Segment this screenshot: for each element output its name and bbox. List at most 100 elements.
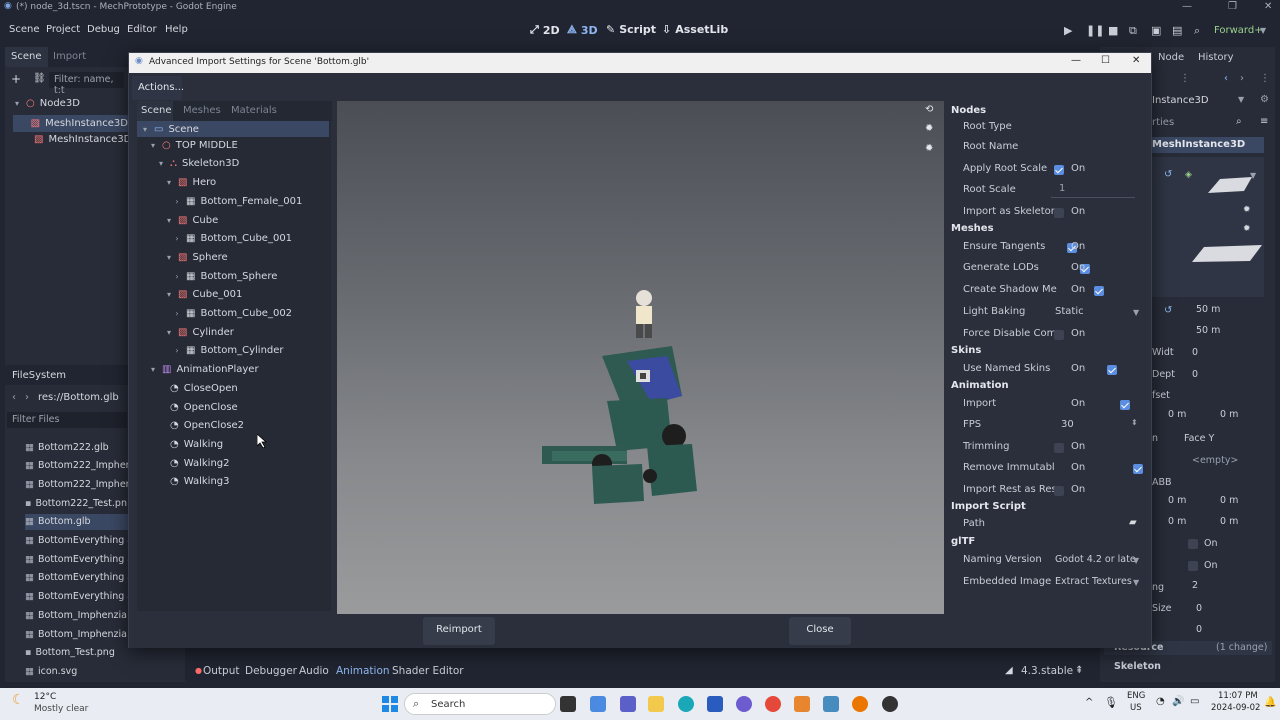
- workspace-assetlib[interactable]: ⇩ AssetLib: [662, 23, 728, 36]
- expand-arrow-icon[interactable]: ›: [173, 234, 181, 243]
- scene-tree-item[interactable]: › ▦ Bottom_Female_001: [173, 196, 302, 207]
- file-filter-input[interactable]: Filter Files: [12, 414, 59, 425]
- play-scene-icon[interactable]: ▣: [1151, 24, 1161, 37]
- scene-tree-item[interactable]: ▾ ⛬ Skeleton3D: [157, 158, 239, 169]
- checkbox[interactable]: [1188, 561, 1198, 571]
- windows-start-icon[interactable]: [382, 696, 398, 712]
- language-code[interactable]: ENG: [1127, 691, 1145, 701]
- history-back-icon[interactable]: ‹: [1224, 73, 1228, 84]
- root-scale-slider[interactable]: [1051, 197, 1135, 198]
- import-rest-checkbox[interactable]: [1054, 486, 1064, 496]
- file-item[interactable]: ▦ Bottom222_Impher: [25, 458, 130, 474]
- menu-help[interactable]: Help: [165, 24, 188, 35]
- minimize-icon[interactable]: —: [1182, 1, 1192, 12]
- pause-icon[interactable]: ❚❚: [1086, 24, 1104, 37]
- aabb-h-value[interactable]: 0 m: [1168, 516, 1186, 527]
- tab-debugger[interactable]: Debugger: [245, 665, 297, 677]
- folder-icon[interactable]: ▰: [1129, 517, 1137, 528]
- light2-toggle-icon[interactable]: ✹: [925, 143, 933, 154]
- tree-node-meshinstance3d2[interactable]: ▧ MeshInstance3D2: [13, 134, 138, 145]
- close-window-icon[interactable]: ✕: [1264, 1, 1272, 12]
- apply-root-scale-checkbox[interactable]: [1054, 165, 1064, 175]
- revert-icon[interactable]: ↺: [1164, 169, 1172, 180]
- expand-arrow-icon[interactable]: ▾: [149, 141, 157, 150]
- offset-y-value[interactable]: 0 m: [1168, 409, 1186, 420]
- embedded-image-select[interactable]: Extract Textures: [1055, 576, 1132, 587]
- more-icon[interactable]: ⋮: [1180, 73, 1190, 84]
- scene-tree-item[interactable]: › ▦ Bottom_Cube_001: [173, 233, 292, 244]
- tree-node-node3d[interactable]: ▾ ○ Node3D: [13, 98, 80, 109]
- offset-z-value[interactable]: 0 m: [1220, 409, 1238, 420]
- scene-filter-input[interactable]: Filter: name, t:t: [54, 74, 124, 96]
- camera-orbit-icon[interactable]: ⟲: [925, 104, 933, 115]
- teams-icon[interactable]: [620, 696, 636, 712]
- file-item[interactable]: ▪ Bottom_Test.png: [25, 645, 130, 661]
- size-x-value[interactable]: 50 m: [1196, 304, 1220, 315]
- file-item[interactable]: ▦ BottomEverything a: [25, 570, 130, 586]
- actions-menu[interactable]: Actions...: [132, 76, 184, 100]
- size-x-field[interactable]: 0: [1196, 603, 1202, 614]
- play-icon[interactable]: ▶: [1064, 24, 1072, 37]
- play-custom-icon[interactable]: ▤: [1172, 24, 1182, 37]
- chrome-icon[interactable]: [765, 696, 781, 712]
- close-button[interactable]: Close: [789, 617, 851, 645]
- dialog-close-icon[interactable]: ✕: [1132, 55, 1140, 66]
- light-icon[interactable]: ✹: [1243, 205, 1251, 215]
- weather-text[interactable]: Mostly clear: [34, 704, 88, 714]
- dropdown-icon[interactable]: ▼: [1250, 171, 1256, 180]
- renderer-selector[interactable]: Forward+: [1214, 25, 1263, 36]
- dialog-maximize-icon[interactable]: ☐: [1101, 55, 1110, 66]
- weather-temp[interactable]: 12°C: [34, 692, 56, 702]
- light-baking-select[interactable]: Static: [1055, 306, 1084, 317]
- skeleton-section[interactable]: Skeleton: [1114, 661, 1161, 672]
- import-animation-checkbox[interactable]: [1119, 400, 1130, 410]
- expand-arrow-icon[interactable]: ▾: [13, 99, 21, 108]
- trimming-checkbox[interactable]: [1054, 443, 1064, 453]
- 3d-preview-viewport[interactable]: ⟲ ✹ ✹: [337, 101, 944, 614]
- file-item[interactable]: ▦ Bottom_Imphenzia: [25, 607, 130, 623]
- dropdown-icon[interactable]: ▼: [1238, 95, 1244, 104]
- tab-materials[interactable]: Materials: [231, 105, 277, 116]
- discord-icon[interactable]: [736, 696, 752, 712]
- expand-arrow-icon[interactable]: ›: [173, 346, 181, 355]
- store-icon[interactable]: [707, 696, 723, 712]
- dropdown-icon[interactable]: ▼: [1133, 578, 1139, 587]
- scene-tree-item[interactable]: › ▦ Bottom_Cube_002: [173, 308, 292, 319]
- naming-version-select[interactable]: Godot 4.2 or late: [1055, 554, 1136, 565]
- notifications-icon[interactable]: 🔔: [1264, 697, 1276, 708]
- expand-arrow-icon[interactable]: ▾: [165, 290, 173, 299]
- scene-tree-item[interactable]: › ▦ Bottom_Sphere: [173, 271, 277, 282]
- light2-icon[interactable]: ✹: [1243, 224, 1251, 234]
- size-y-value[interactable]: 50 m: [1196, 325, 1220, 336]
- workspace-3d[interactable]: ⟁ 3D: [567, 23, 598, 37]
- battery-icon[interactable]: ▭: [1190, 696, 1199, 707]
- filesystem-path[interactable]: res://Bottom.glb: [38, 392, 119, 403]
- vlc-icon[interactable]: [794, 696, 810, 712]
- tab-animation[interactable]: Animation: [336, 665, 390, 677]
- file-item[interactable]: ▦ BottomEverything a: [25, 551, 130, 567]
- expand-arrow-icon[interactable]: ▾: [157, 159, 165, 168]
- tab-node[interactable]: Node: [1158, 52, 1184, 63]
- tab-audio[interactable]: Audio: [299, 665, 329, 677]
- scene-tree-item[interactable]: ◔ CloseOpen: [157, 383, 238, 394]
- force-disable-checkbox[interactable]: [1054, 330, 1064, 340]
- file-item[interactable]: ▦ Bottom222.glb: [25, 439, 130, 455]
- use-named-skins-checkbox[interactable]: [1106, 365, 1117, 375]
- expand-arrow-icon[interactable]: ›: [173, 272, 181, 281]
- scene-tree-item[interactable]: ◔ Walking3: [157, 476, 230, 487]
- file-item[interactable]: ▪ Bottom222_Test.pn: [25, 495, 130, 511]
- forward-icon[interactable]: ›: [25, 392, 29, 403]
- scene-tree-item[interactable]: › ▦ Bottom_Cylinder: [173, 345, 283, 356]
- expand-arrow-icon[interactable]: ▾: [165, 328, 173, 337]
- expand-arrow-icon[interactable]: ▾: [165, 253, 173, 262]
- expand-arrow-icon[interactable]: ›: [173, 309, 181, 318]
- scene-tree-item[interactable]: ▾ ▧ Hero: [165, 177, 216, 188]
- godot-taskbar-icon[interactable]: [823, 696, 839, 712]
- remote-debug-icon[interactable]: ⧉: [1129, 24, 1137, 38]
- workspace-2d[interactable]: ⤢ 2D: [530, 23, 560, 37]
- orientation-value[interactable]: Face Y: [1184, 433, 1214, 444]
- scene-tree-item[interactable]: ◔ Walking2: [157, 458, 230, 469]
- copilot-icon[interactable]: [590, 696, 606, 712]
- ng-value[interactable]: 2: [1192, 580, 1198, 591]
- fps-value[interactable]: 30: [1061, 419, 1074, 430]
